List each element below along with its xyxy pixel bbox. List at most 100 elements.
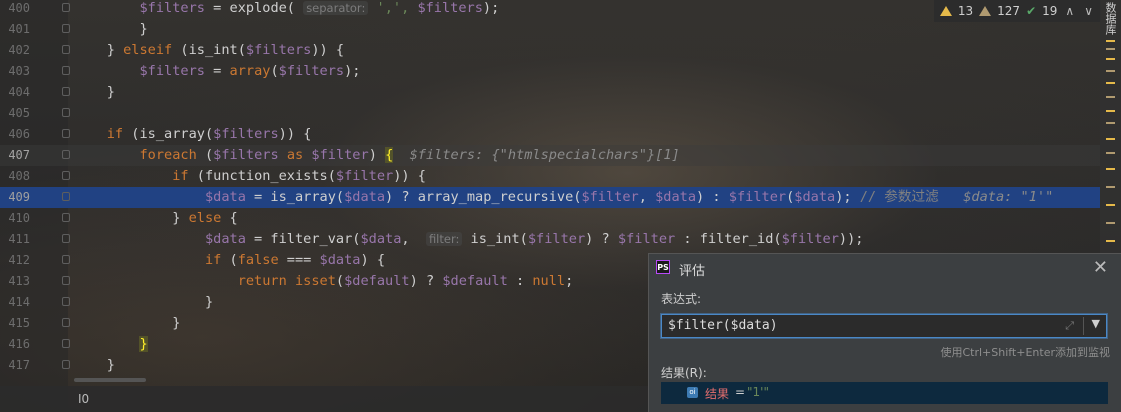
line-number[interactable]: 412 [0, 250, 30, 271]
fold-marker-icon[interactable] [62, 24, 70, 33]
code-line[interactable]: 406 if (is_array($filters)) { [0, 124, 1100, 145]
line-number[interactable]: 405 [0, 103, 30, 124]
line-number[interactable]: 408 [0, 166, 30, 187]
expand-icon[interactable]: ⤢ [1065, 319, 1074, 333]
fold-marker-icon[interactable] [62, 318, 70, 327]
line-number[interactable]: 404 [0, 82, 30, 103]
error-stripe-mark[interactable] [1106, 168, 1115, 170]
error-stripe-mark[interactable] [1106, 110, 1115, 112]
error-stripe-mark[interactable] [1106, 122, 1115, 124]
code-text[interactable]: } elseif (is_int($filters)) { [74, 40, 344, 61]
result-row[interactable]: oi 结果 = "1'" [661, 382, 1108, 404]
fold-marker-icon[interactable] [62, 129, 70, 138]
fold-marker-icon[interactable] [62, 213, 70, 222]
line-number[interactable]: 407 [0, 145, 30, 166]
fold-marker-icon[interactable] [62, 45, 70, 54]
fold-marker-icon[interactable] [62, 150, 70, 159]
code-text[interactable]: if (false === $data) { [74, 250, 385, 271]
database-tool-tab[interactable]: 数据库 [1100, 0, 1121, 36]
error-stripe-mark[interactable] [1106, 82, 1115, 84]
code-line[interactable]: 401 } [0, 19, 1100, 40]
code-line[interactable]: 405 [0, 103, 1100, 124]
code-line[interactable]: 404 } [0, 82, 1100, 103]
error-stripe-mark[interactable] [1106, 138, 1115, 140]
code-text[interactable]: } [74, 334, 148, 355]
error-stripe-mark[interactable] [1106, 186, 1115, 188]
error-stripe-mark[interactable] [1106, 204, 1115, 206]
error-stripe-mark[interactable] [1106, 48, 1115, 50]
line-number[interactable]: 400 [0, 0, 30, 19]
fold-marker-icon[interactable] [62, 66, 70, 75]
line-number[interactable]: 417 [0, 355, 30, 376]
error-stripe-mark[interactable] [1106, 40, 1115, 42]
next-problem-icon[interactable]: ∨ [1082, 4, 1095, 18]
line-number[interactable]: 415 [0, 313, 30, 334]
code-text[interactable]: } [74, 19, 147, 40]
fold-marker-icon[interactable] [62, 108, 70, 117]
inspection-widget[interactable]: 13 127 ✔ 19 ∧ ∨ [933, 0, 1101, 22]
code-text[interactable]: return isset($default) ? $default : null… [74, 271, 574, 292]
error-stripe-mark[interactable] [1106, 70, 1115, 72]
line-number[interactable]: 413 [0, 271, 30, 292]
line-number[interactable]: 406 [0, 124, 30, 145]
line-number[interactable]: 409 [0, 187, 30, 208]
code-token: $filters [278, 63, 345, 79]
error-stripe-mark[interactable] [1106, 152, 1115, 154]
code-text[interactable]: $data = filter_var($data, filter: is_int… [74, 229, 864, 250]
code-token: // 参数过滤 [851, 189, 964, 205]
line-number[interactable]: 403 [0, 61, 30, 82]
code-text[interactable]: if (is_array($filters)) { [74, 124, 312, 145]
horizontal-scrollbar-thumb[interactable] [74, 378, 146, 382]
parameter-hint: separator: [303, 1, 369, 15]
code-text[interactable]: } [74, 292, 213, 313]
fold-marker-icon[interactable] [62, 234, 70, 243]
line-number[interactable]: 402 [0, 40, 30, 61]
fold-marker-icon[interactable] [62, 87, 70, 96]
line-number[interactable]: 401 [0, 19, 30, 40]
fold-marker-icon[interactable] [62, 255, 70, 264]
line-number[interactable]: 410 [0, 208, 30, 229]
error-stripe-mark[interactable] [1106, 58, 1115, 60]
fold-marker-icon[interactable] [62, 297, 70, 306]
code-line[interactable]: 410 } else { [0, 208, 1100, 229]
code-token: ); [482, 0, 500, 16]
code-text[interactable]: $filters = array($filters); [74, 61, 360, 82]
code-text[interactable]: } else { [74, 208, 238, 229]
code-token: is_int( [462, 231, 528, 247]
code-line[interactable]: 402 } elseif (is_int($filters)) { [0, 40, 1100, 61]
fold-marker-icon[interactable] [62, 3, 70, 12]
line-number[interactable]: 414 [0, 292, 30, 313]
dialog-titlebar[interactable]: PS 评估 ✕ [649, 254, 1121, 282]
code-line[interactable]: 411 $data = filter_var($data, filter: is… [0, 229, 1100, 250]
fold-marker-icon[interactable] [62, 192, 70, 201]
code-line[interactable]: 408 if (function_exists($filter)) { [0, 166, 1100, 187]
close-icon[interactable]: ✕ [1093, 257, 1108, 278]
code-text[interactable]: foreach ($filters as $filter) { $filters… [74, 145, 680, 166]
code-text[interactable]: $filters = explode( separator: ',', $fil… [74, 0, 499, 19]
expression-input[interactable]: $filter($data) ⤢ ▼ [661, 314, 1107, 338]
expression-text[interactable]: $filter($data) [668, 318, 778, 333]
code-text[interactable]: } [74, 355, 115, 376]
code-text[interactable]: } [74, 313, 180, 334]
code-text[interactable]: } [74, 82, 115, 103]
code-line[interactable]: 407 foreach ($filters as $filter) { $fil… [0, 145, 1100, 166]
fold-marker-icon[interactable] [62, 339, 70, 348]
previous-problem-icon[interactable]: ∧ [1063, 4, 1076, 18]
code-token: ; [565, 273, 574, 289]
code-text[interactable]: $data = is_array($data) ? array_map_recu… [74, 187, 1053, 208]
fold-marker-icon[interactable] [62, 360, 70, 369]
line-number[interactable]: 416 [0, 334, 30, 355]
code-token: $filter [335, 168, 394, 184]
fold-marker-icon[interactable] [62, 171, 70, 180]
error-stripe-mark[interactable] [1106, 240, 1115, 242]
code-line[interactable]: 409 $data = is_array($data) ? array_map_… [0, 187, 1100, 208]
code-text[interactable]: if (function_exists($filter)) { [74, 166, 426, 187]
weak-warning-icon [979, 6, 992, 16]
history-dropdown-icon[interactable]: ▼ [1092, 317, 1100, 330]
code-line[interactable]: 403 $filters = array($filters); [0, 61, 1100, 82]
error-stripe-mark[interactable] [1106, 222, 1115, 224]
line-number[interactable]: 411 [0, 229, 30, 250]
fold-marker-icon[interactable] [62, 276, 70, 285]
error-stripe-mark[interactable] [1106, 96, 1115, 98]
